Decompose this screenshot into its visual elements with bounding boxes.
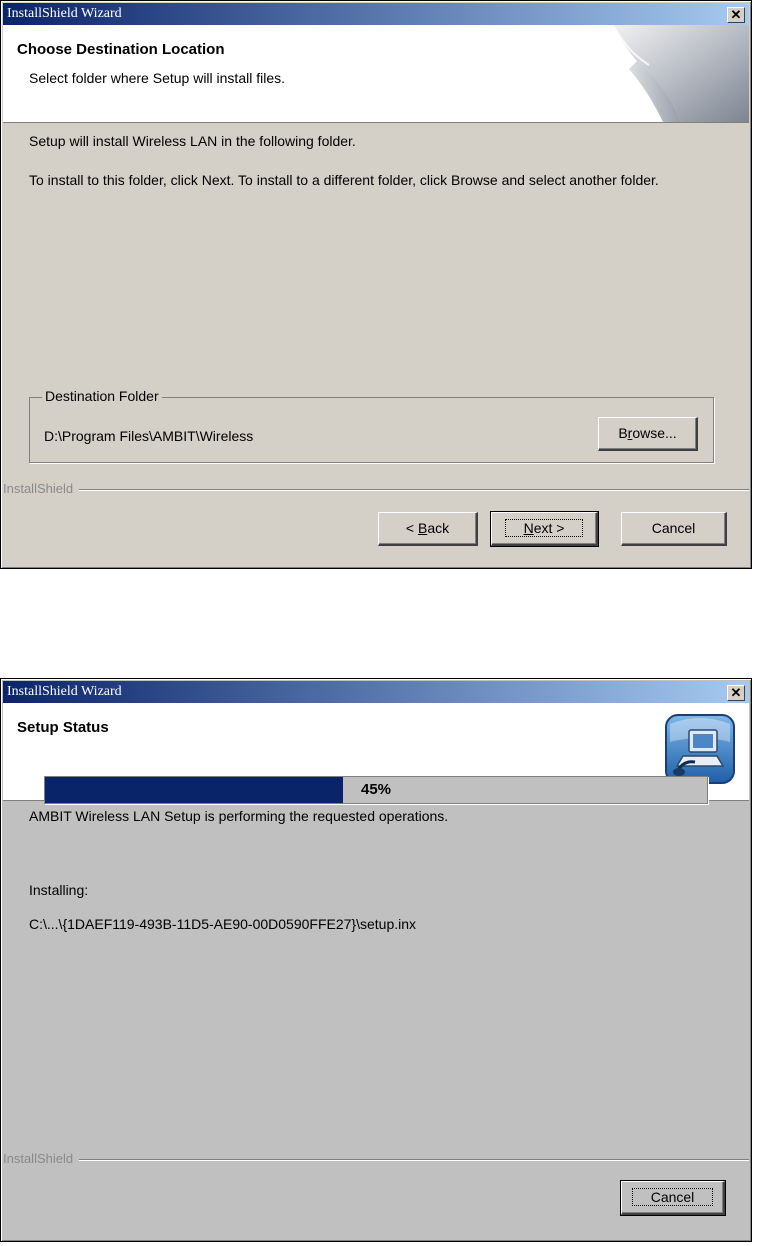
next-button[interactable]: Next > [490,511,599,547]
page-title: Setup Status [17,719,109,736]
title-bar[interactable]: InstallShield Wizard ✕ [3,681,749,703]
close-button[interactable]: ✕ [727,7,745,23]
page-curl-graphic-icon [612,25,749,122]
installshield-brand: InstallShield [3,1151,80,1166]
installshield-divider [3,489,749,490]
installshield-brand: InstallShield [3,481,80,496]
close-button[interactable]: ✕ [727,685,745,701]
installshield-divider [3,1159,749,1160]
install-progress-bar: 45% 45% [44,776,708,804]
cancel-button[interactable]: Cancel [621,512,727,546]
browse-button[interactable]: Browse... [598,417,698,451]
cancel-button[interactable]: Cancel [620,1180,726,1216]
progress-percent-overlay: 45% [45,777,343,803]
destination-folder-label: Destination Folder [42,388,162,404]
install-instructions: To install to this folder, click Next. T… [29,172,659,188]
install-info-text: Setup will install Wireless LAN in the f… [29,133,356,149]
status-text: AMBIT Wireless LAN Setup is performing t… [29,808,449,824]
back-button[interactable]: < Back [378,512,478,546]
installing-label: Installing: [29,882,89,898]
destination-folder-group: Destination Folder D:\Program Files\AMBI… [29,388,714,463]
choose-destination-dialog: InstallShield Wizard ✕ Choose Destinatio… [0,0,752,569]
page-subtitle: Select folder where Setup will install f… [29,70,286,86]
computer-setup-icon [665,714,735,784]
current-file: C:\...\{1DAEF119-493B-11D5-AE90-00D0590F… [29,916,417,932]
setup-status-dialog: InstallShield Wizard ✕ Setup Status AMBI… [0,678,752,1242]
window-title: InstallShield Wizard [7,6,122,21]
page-title: Choose Destination Location [17,41,225,58]
wizard-header: Choose Destination Location Select folde… [3,25,749,123]
title-bar[interactable]: InstallShield Wizard ✕ [3,3,749,25]
window-title: InstallShield Wizard [7,684,122,699]
folder-path: D:\Program Files\AMBIT\Wireless [44,428,254,444]
